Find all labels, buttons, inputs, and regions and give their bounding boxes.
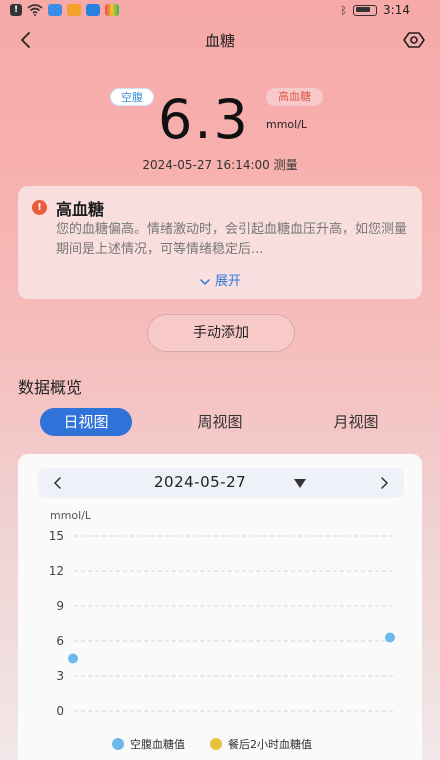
store-app-icon	[105, 4, 119, 16]
selected-date[interactable]: 2024-05-27	[154, 473, 246, 491]
chevron-right-icon[interactable]	[374, 473, 394, 493]
settings-icon[interactable]	[402, 28, 426, 52]
page-title: 血糖	[204, 32, 235, 50]
status-bar: ! ᛒ 3:14	[0, 0, 440, 24]
fasting-tag: 空腹	[110, 88, 154, 106]
date-selector: 2024-05-27	[38, 468, 404, 498]
y-tick-label: 9	[56, 599, 64, 613]
status-icons-left: !	[10, 4, 119, 16]
status-icons-right: ᛒ 3:14	[340, 3, 410, 17]
warning-icon: !	[32, 200, 47, 215]
glucose-chart: mmol/L 15 12 9 6 3 0	[49, 509, 395, 718]
chevron-left-icon[interactable]	[48, 473, 68, 493]
y-tick-label: 6	[56, 634, 64, 648]
measure-time: 2024-05-27 16:14:00 测量	[142, 158, 298, 172]
glucose-unit: mmol/L	[266, 118, 308, 131]
chart-points	[68, 632, 395, 664]
section-title: 数据概览	[18, 378, 83, 397]
expand-label: 展开	[214, 274, 241, 289]
legend-label: 餐后2小时血糖值	[228, 738, 312, 751]
y-tick-label: 15	[49, 529, 64, 543]
y-tick-label: 12	[49, 564, 64, 578]
legend-item[interactable]: 空腹血糖值	[112, 736, 185, 752]
chart-legend: 空腹血糖值 餐后2小时血糖值	[18, 736, 422, 756]
browser-app-icon	[86, 4, 100, 16]
y-tick-labels: 15 12 9 6 3 0	[49, 529, 64, 718]
bluetooth-icon: ᛒ	[340, 3, 348, 17]
nav-bar: 血糖	[0, 24, 440, 56]
legend-label: 空腹血糖值	[130, 738, 185, 751]
y-tick-label: 3	[56, 669, 64, 683]
caret-down-icon[interactable]	[294, 479, 306, 488]
glucose-value: 6.3	[158, 88, 250, 151]
tab-month-view[interactable]: 月视图	[314, 408, 398, 436]
expand-button[interactable]: 展开	[18, 270, 422, 289]
manual-add-button[interactable]: 手动添加	[147, 314, 295, 352]
cloud-app-icon	[48, 4, 62, 16]
y-tick-label: 0	[56, 704, 64, 718]
tab-day-view[interactable]: 日视图	[40, 408, 132, 436]
alert-text: 您的血糖偏高。情绪激动时，会引起血糖血压升高，如您测量期间是上述情况，可等情绪稳…	[56, 222, 408, 257]
wifi-icon	[27, 4, 43, 16]
data-point[interactable]	[68, 653, 78, 664]
alert-icon: !	[10, 4, 22, 16]
chart-grid	[74, 535, 394, 712]
status-time: 3:14	[383, 3, 410, 17]
legend-item[interactable]: 餐后2小时血糖值	[210, 736, 312, 752]
legend-dot	[210, 738, 222, 750]
chart-card: 2024-05-27 mmol/L 15 12 9 6 3 0 空腹血糖值 餐后2小时血糖值	[18, 454, 422, 760]
media-app-icon	[67, 4, 81, 16]
high-glucose-badge: 高血糖	[266, 88, 323, 106]
alert-title: 高血糖	[56, 200, 105, 219]
y-axis-label: mmol/L	[50, 509, 92, 522]
tab-week-view[interactable]: 周视图	[178, 408, 262, 436]
battery-icon	[353, 4, 378, 16]
chevron-down-icon	[200, 278, 210, 285]
legend-dot	[112, 738, 124, 750]
alert-card: ! 高血糖 您的血糖偏高。情绪激动时，会引起血糖血压升高，如您测量期间是上述情况…	[18, 186, 422, 299]
data-point[interactable]	[385, 632, 395, 643]
